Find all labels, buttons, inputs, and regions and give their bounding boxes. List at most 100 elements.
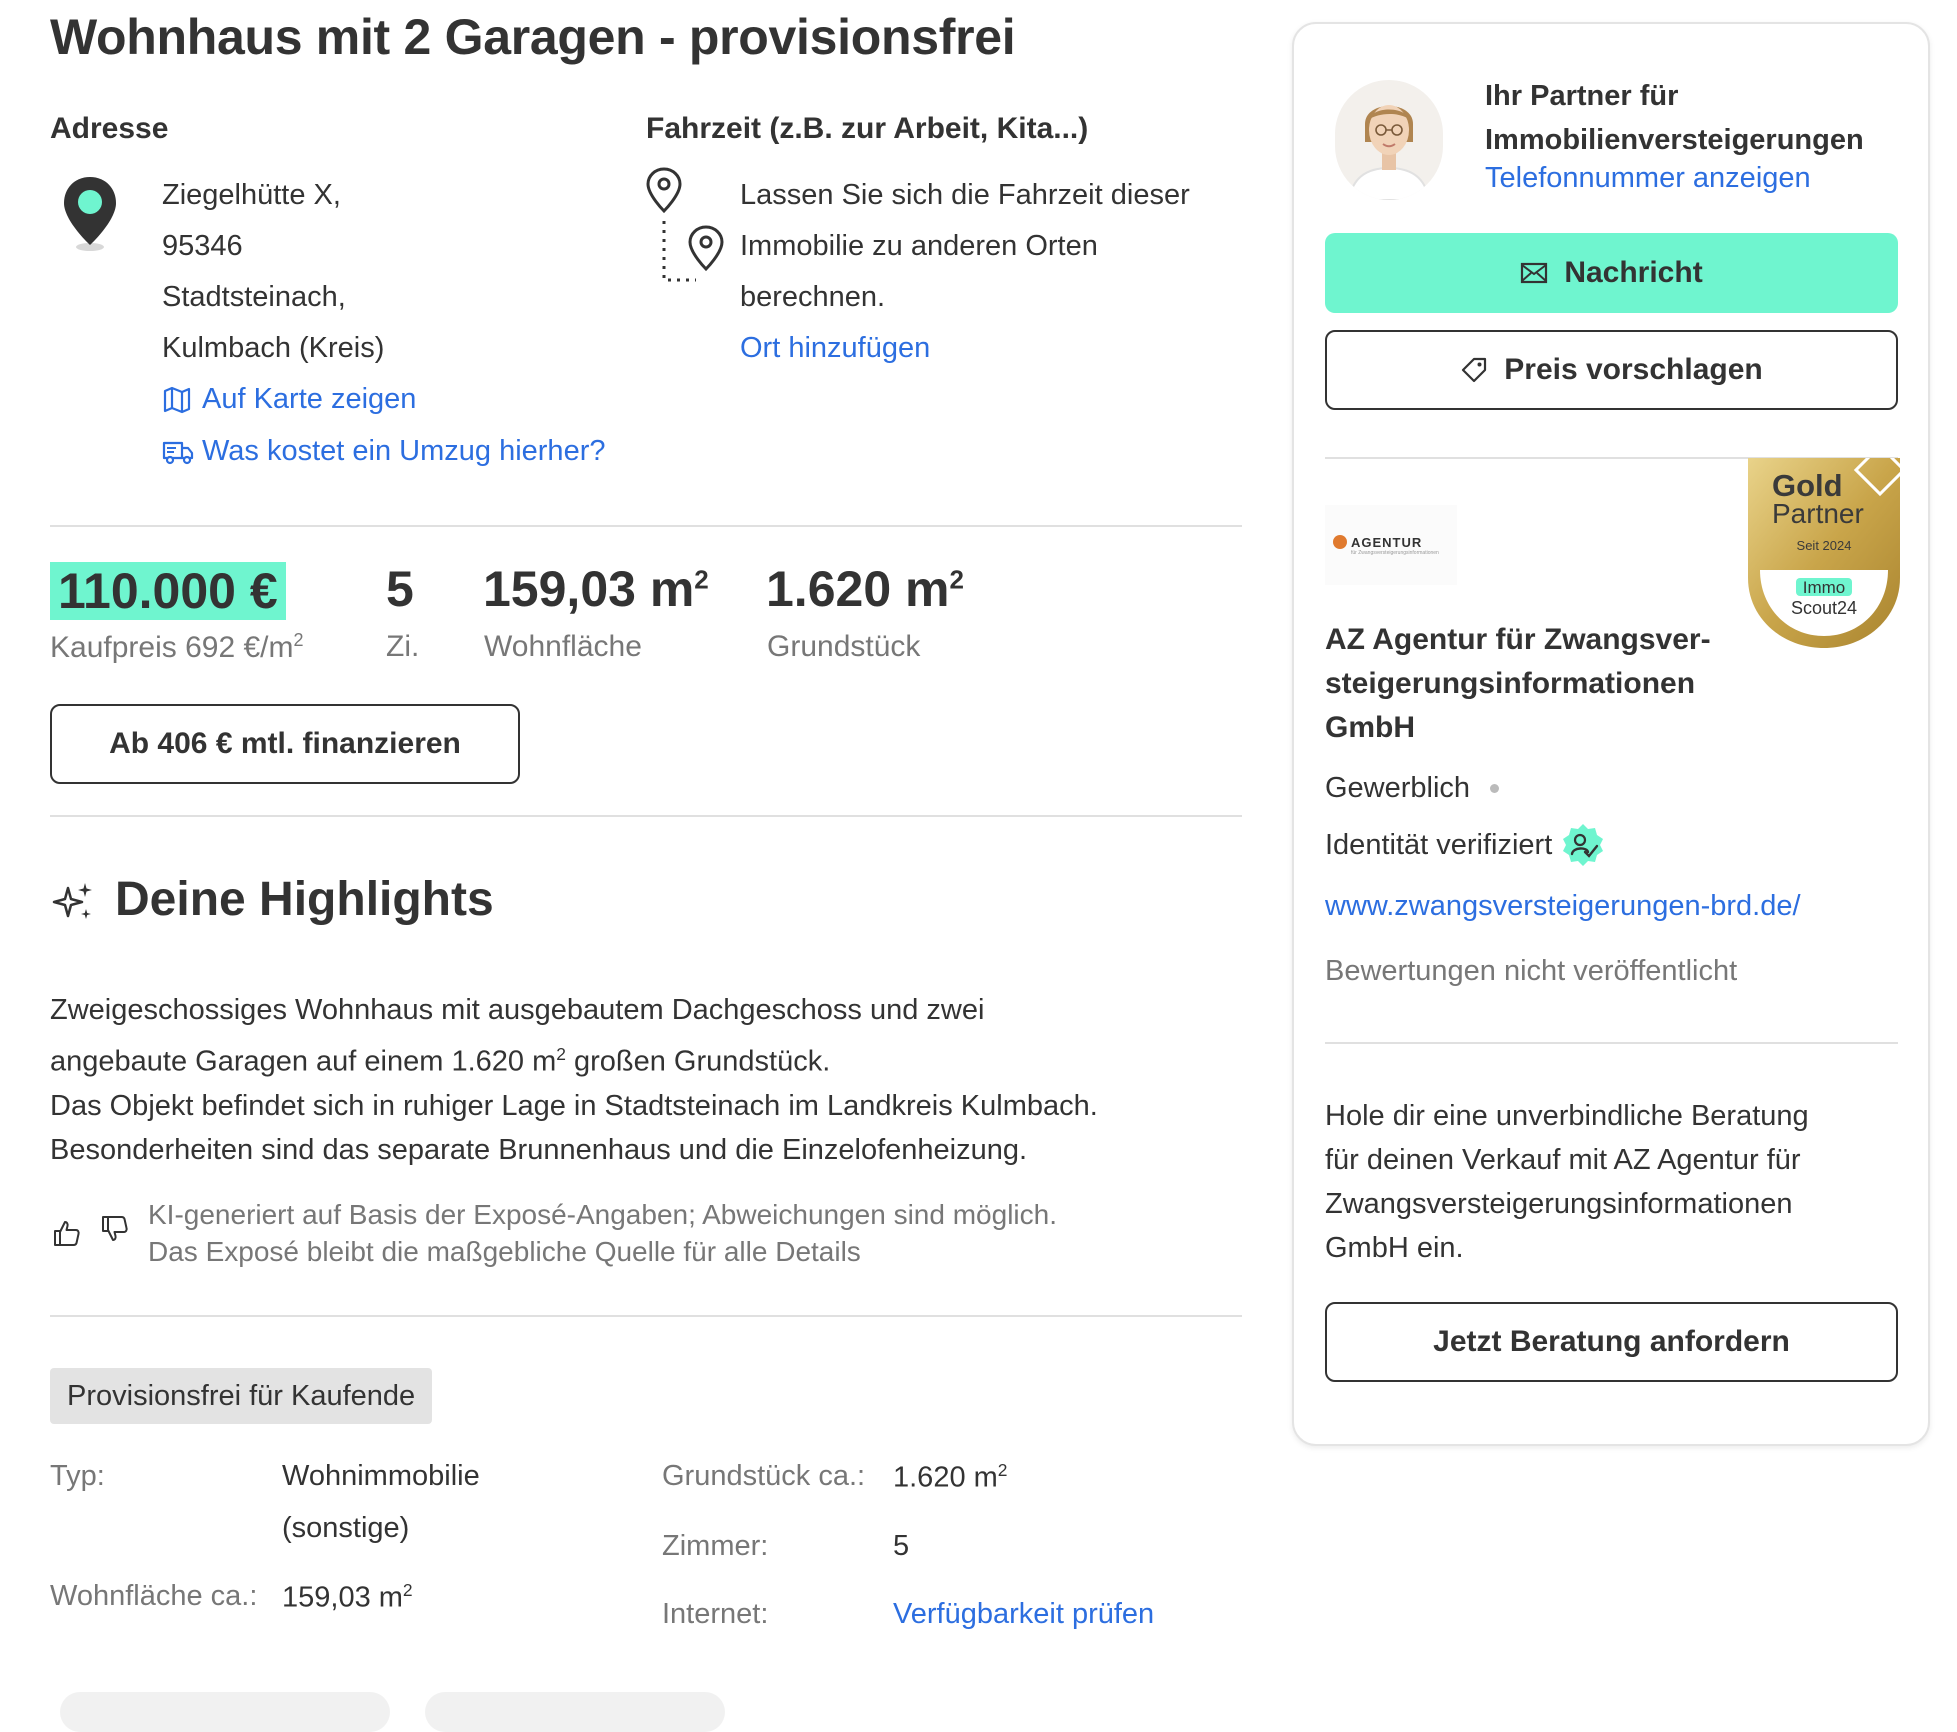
price-label: Kaufpreis 692 €/m2 <box>50 630 304 665</box>
agency-name-line: AZ Agentur für Zwangsver- <box>1325 623 1711 656</box>
address-city: Stadtsteinach, <box>162 281 346 313</box>
rooms-value: 5 <box>386 561 414 617</box>
commute-description: Lassen Sie sich die Fahrzeit dieser Immo… <box>740 170 1190 323</box>
show-map-link[interactable]: Auf Karte zeigen <box>162 383 416 416</box>
badge-partner-text: Partner <box>1772 498 1864 529</box>
commute-line: Lassen Sie sich die Fahrzeit dieser <box>740 179 1190 211</box>
agency-website-link[interactable]: www.zwangsversteigerungen-brd.de/ <box>1325 890 1801 923</box>
commute-line: berechnen. <box>740 281 886 313</box>
living-area-detail-label: Wohnfläche ca.: <box>50 1580 258 1612</box>
seller-type-label: Gewerblich <box>1325 772 1471 804</box>
sup: 2 <box>402 1580 413 1600</box>
divider <box>1325 1042 1898 1044</box>
plot-detail-number: 1.620 m <box>893 1461 998 1494</box>
message-button[interactable]: Nachricht <box>1325 233 1898 313</box>
truck-icon <box>162 441 194 464</box>
moving-cost-link[interactable]: Was kostet ein Umzug hierher? <box>162 435 605 468</box>
address-district: Kulmbach (Kreis) <box>162 332 385 364</box>
consultation-line: Zwangsversteigerungsinformationen <box>1325 1188 1793 1220</box>
address-heading: Adresse <box>50 112 169 145</box>
internet-label: Internet: <box>662 1598 769 1630</box>
gold-partner-badge: Gold Partner Seit 2024 Immo Scout24 <box>1748 458 1900 648</box>
person-photo <box>1347 105 1431 200</box>
ratings-status: Bewertungen nicht veröffentlicht <box>1325 955 1738 987</box>
check-availability-link[interactable]: Verfügbarkeit prüfen <box>893 1598 1154 1631</box>
highlights-line: Besonderheiten sind das separate Brunnen… <box>50 1133 1028 1166</box>
envelope-icon <box>1521 262 1548 284</box>
badge-since-text: Seit 2024 <box>1796 538 1852 553</box>
sup: 2 <box>694 564 709 595</box>
consultation-line: für deinen Verkauf mit AZ Agentur für <box>1325 1144 1801 1176</box>
rooms-label: Zi. <box>386 630 420 663</box>
plot-number: 1.620 m <box>766 561 950 617</box>
disclaimer-line: Das Exposé bleibt die maßgebliche Quelle… <box>148 1236 861 1267</box>
highlights-fragment: angebaute Garagen auf einem 1.620 m <box>50 1045 557 1078</box>
type-value-line: Wohnimmobilie <box>282 1460 480 1492</box>
add-location-link[interactable]: Ort hinzufügen <box>740 332 930 365</box>
thumbs-down-icon[interactable] <box>100 1214 130 1244</box>
address-street: Ziegelhütte X, <box>162 179 341 211</box>
highlights-line: Das Objekt befindet sich in ruhiger Lage… <box>50 1089 1098 1122</box>
disclaimer-line: KI-generiert auf Basis der Exposé-Angabe… <box>148 1199 1057 1230</box>
consultation-text: Hole dir eine unverbindliche Beratung fü… <box>1325 1094 1809 1270</box>
agency-name-line: steigerungsinformationen <box>1325 667 1696 700</box>
living-area-detail-value: 159,03 m2 <box>282 1580 413 1615</box>
living-area-label: Wohnfläche <box>484 630 642 663</box>
living-area-detail-number: 159,03 m <box>282 1581 403 1614</box>
badge-brand-l2: Scout24 <box>1790 598 1858 618</box>
highlights-line: Zweigeschossiges Wohnhaus mit ausgebaute… <box>50 994 985 1026</box>
agency-name: AZ Agentur für Zwangsver- steigerungsinf… <box>1325 618 1711 750</box>
map-icon <box>163 386 191 413</box>
seller-type: Gewerblich <box>1325 772 1500 805</box>
agent-avatar <box>1335 80 1443 200</box>
highlights-text: Zweigeschossiges Wohnhaus mit ausgebaute… <box>50 988 1098 1172</box>
request-consultation-button[interactable]: Jetzt Beratung anfordern <box>1325 1302 1898 1382</box>
consultation-line: Hole dir eine unverbindliche Beratung <box>1325 1100 1809 1132</box>
show-map-label: Auf Karte zeigen <box>202 383 417 415</box>
living-area-number: 159,03 m <box>483 561 695 617</box>
agency-logo: AGENTUR für Zwangsversteigerungsinformat… <box>1325 505 1457 585</box>
price-per-sqm: Kaufpreis 692 €/m <box>50 631 294 664</box>
suggest-price-label: Preis vorschlagen <box>1504 353 1763 386</box>
separator-dot <box>1490 784 1500 793</box>
sparkles-icon <box>52 883 92 919</box>
highlights-heading: Deine Highlights <box>115 873 494 926</box>
finance-button[interactable]: Ab 406 € mtl. finanzieren <box>50 704 520 784</box>
suggest-price-button[interactable]: Preis vorschlagen <box>1325 330 1898 410</box>
type-label: Typ: <box>50 1460 105 1492</box>
divider <box>50 525 1242 527</box>
ai-disclaimer: KI-generiert auf Basis der Exposé-Angabe… <box>148 1196 1057 1270</box>
commute-heading: Fahrzeit (z.B. zur Arbeit, Kita...) <box>646 112 1089 145</box>
logo-text: AGENTUR <box>1351 534 1423 550</box>
plot-detail-value: 1.620 m2 <box>893 1460 1007 1495</box>
logo-mark <box>1333 535 1347 549</box>
plot-detail-label: Grundstück ca.: <box>662 1460 866 1492</box>
sup: 2 <box>949 564 964 595</box>
plot-label: Grundstück <box>767 630 921 663</box>
show-phone-link[interactable]: Telefonnummer anzeigen <box>1485 162 1811 195</box>
badge-brand-l1: Immo <box>1802 578 1846 597</box>
address-lines: Ziegelhütte X, 95346 Stadtsteinach, Kulm… <box>162 170 384 374</box>
divider <box>50 815 1242 817</box>
identity-verified-label: Identität verifiziert <box>1325 828 1553 861</box>
type-value: Wohnimmobilie (sonstige) <box>282 1450 480 1554</box>
verified-badge-icon <box>1563 824 1604 866</box>
rooms-detail-label: Zimmer: <box>662 1530 769 1562</box>
sup: 2 <box>293 630 304 650</box>
living-area-value: 159,03 m2 <box>483 560 709 618</box>
page-title: Wohnhaus mit 2 Garagen - provisionsfrei <box>50 9 1016 65</box>
price-tag-icon <box>1462 357 1487 383</box>
price-value: 110.000 € <box>50 562 286 620</box>
route-pins-icon <box>646 167 724 282</box>
sup: 2 <box>556 1044 566 1064</box>
logo-tagline: für Zwangsversteigerungsinformationen <box>1351 549 1439 556</box>
feature-pill <box>60 1692 390 1732</box>
commute-line: Immobilie zu anderen Orten <box>740 230 1098 262</box>
rooms-detail-value: 5 <box>893 1530 910 1562</box>
location-pin-icon <box>64 177 116 251</box>
type-value-line: (sonstige) <box>282 1512 410 1544</box>
partner-heading: Ihr Partner für Immobilienversteigerunge… <box>1485 74 1864 162</box>
feature-pill <box>425 1692 725 1732</box>
thumbs-up-icon[interactable] <box>52 1218 82 1248</box>
consultation-line: GmbH ein. <box>1325 1232 1464 1264</box>
